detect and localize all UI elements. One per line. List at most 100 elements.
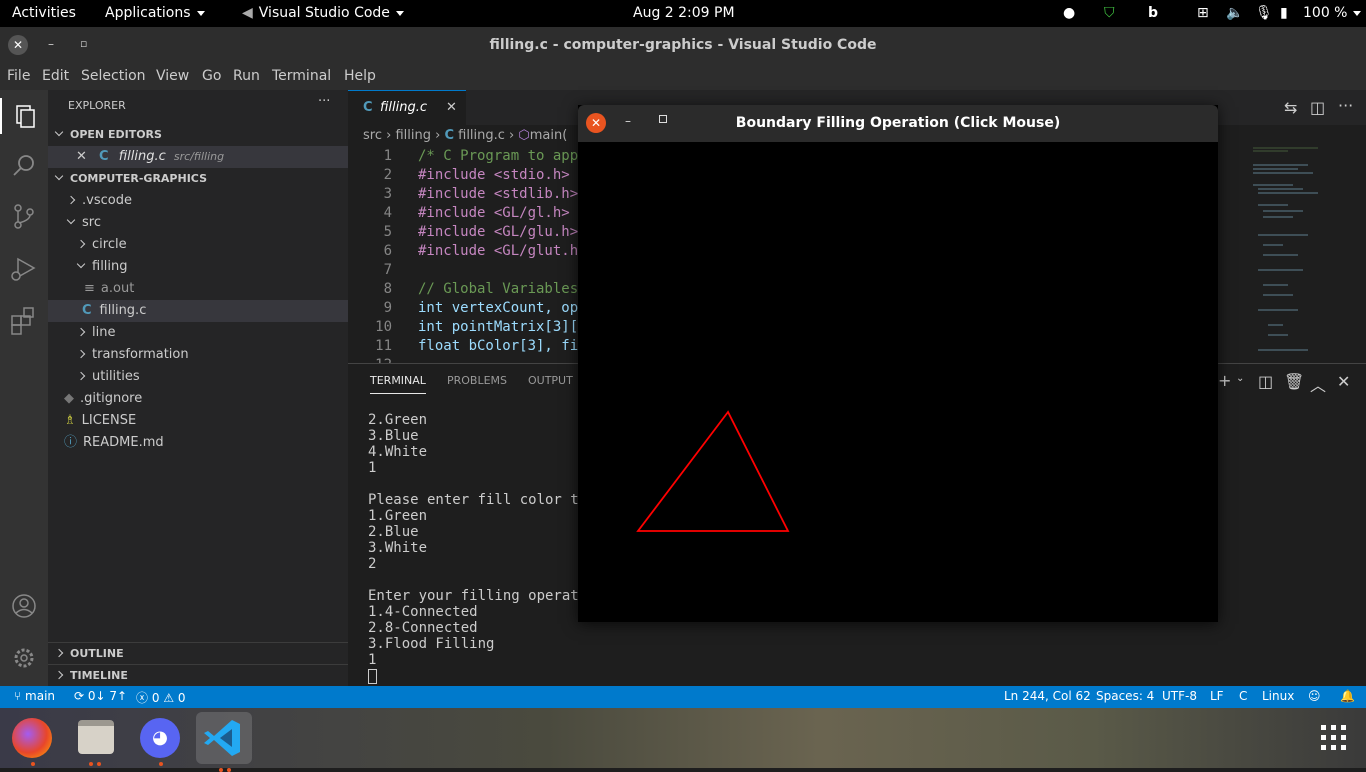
running-dot xyxy=(219,768,223,772)
close-panel-icon[interactable]: ✕ xyxy=(1337,372,1350,391)
activities-button[interactable]: Activities xyxy=(12,5,76,21)
cursor-position[interactable]: Ln 244, Col 62 xyxy=(1004,689,1091,703)
end-of-line[interactable]: LF xyxy=(1210,689,1224,703)
tree-item-label: line xyxy=(92,325,116,340)
tree-item-license[interactable]: ♗ LICENSE xyxy=(48,410,348,432)
clock[interactable]: Aug 2 2:09 PM xyxy=(633,5,735,21)
problems-indicator[interactable]: ⓧ 0 ⚠ 0 xyxy=(136,689,186,706)
gear-icon[interactable] xyxy=(0,640,48,676)
add-terminal-icon[interactable]: + xyxy=(1218,371,1231,390)
language-mode[interactable]: C xyxy=(1239,689,1247,703)
tree-item-a-out[interactable]: ≡ a.out xyxy=(48,278,348,300)
vscode-dock-item[interactable] xyxy=(196,712,252,764)
breadcrumb-file[interactable]: filling.c xyxy=(458,128,505,143)
menu-run[interactable]: Run xyxy=(233,68,260,84)
system-menu-caret[interactable] xyxy=(1347,5,1361,21)
tab-terminal[interactable]: TERMINAL xyxy=(370,374,426,394)
tab-problems[interactable]: PROBLEMS xyxy=(447,374,507,387)
microphone-icon[interactable]: 🎙 xyxy=(1255,5,1273,21)
more-actions-icon[interactable]: ··· xyxy=(1338,96,1353,115)
battery-level[interactable]: 100 % xyxy=(1303,5,1347,21)
firefox-icon[interactable] xyxy=(12,718,52,758)
timeline-header[interactable]: TIMELINE xyxy=(48,664,348,686)
chevron-down-icon[interactable]: ⌄ xyxy=(1236,373,1244,384)
close-icon[interactable]: ✕ xyxy=(76,149,87,164)
tree-item-line[interactable]: line xyxy=(48,322,348,344)
menu-selection[interactable]: Selection xyxy=(81,68,146,84)
menu-help[interactable]: Help xyxy=(344,68,376,84)
explorer-icon[interactable] xyxy=(0,98,48,134)
trash-icon[interactable]: 🗑 xyxy=(1284,372,1304,391)
more-actions-icon[interactable]: ··· xyxy=(318,94,330,109)
glut-window[interactable]: ✕ – Boundary Filling Operation (Click Mo… xyxy=(578,105,1218,622)
line-number: 7 xyxy=(383,262,392,278)
tree-item-utilities[interactable]: utilities xyxy=(48,366,348,388)
c-file-icon: C xyxy=(363,100,373,115)
tree-item-label: transformation xyxy=(92,347,189,362)
code-line: #include <GL/gl.h> xyxy=(418,205,570,221)
tab-output[interactable]: OUTPUT xyxy=(528,374,573,387)
chevron-right-icon xyxy=(76,371,86,381)
tree-item-label: a.out xyxy=(100,281,135,296)
shield-tray-icon[interactable]: ⛉ xyxy=(1104,5,1115,21)
extensions-icon[interactable] xyxy=(0,302,48,338)
chevron-right-icon xyxy=(76,349,86,359)
applications-menu[interactable]: Applications xyxy=(105,5,205,21)
menu-bar: File Edit Selection View Go Run Terminal… xyxy=(0,64,1366,90)
tree-item-circle[interactable]: circle xyxy=(48,234,348,256)
search-icon[interactable] xyxy=(0,148,48,184)
menu-terminal[interactable]: Terminal xyxy=(272,68,331,84)
tree-item-filling[interactable]: filling xyxy=(48,256,348,278)
feedback-icon[interactable]: ☺ xyxy=(1308,689,1321,703)
project-header[interactable]: COMPUTER-GRAPHICS xyxy=(48,168,348,190)
tree-item-transformation[interactable]: transformation xyxy=(48,344,348,366)
menu-edit[interactable]: Edit xyxy=(42,68,69,84)
tree-item-label: utilities xyxy=(92,369,140,384)
discord-icon[interactable]: ◕ xyxy=(140,718,180,758)
outline-header[interactable]: OUTLINE xyxy=(48,642,348,664)
show-apps-icon[interactable] xyxy=(1320,724,1348,752)
tree-item-gitignore[interactable]: ◆ .gitignore xyxy=(48,388,348,410)
tree-item-readme[interactable]: ⓘ README.md xyxy=(48,432,348,454)
open-editor-path: src/filling xyxy=(173,150,225,163)
indentation[interactable]: Spaces: 4 xyxy=(1096,689,1154,703)
breadcrumb-src[interactable]: src xyxy=(363,128,382,143)
menu-go[interactable]: Go xyxy=(202,68,221,84)
account-icon[interactable] xyxy=(0,588,48,624)
breadcrumb-filling[interactable]: filling xyxy=(395,128,431,143)
open-editor-item[interactable]: ✕ C filling.c src/filling xyxy=(48,146,348,168)
run-debug-icon[interactable] xyxy=(0,250,48,286)
glut-canvas[interactable] xyxy=(578,142,1218,622)
open-editors-header[interactable]: OPEN EDITORS xyxy=(48,124,348,146)
split-terminal-icon[interactable]: ◫ xyxy=(1258,372,1273,391)
os-indicator[interactable]: Linux xyxy=(1262,689,1294,703)
glut-titlebar[interactable]: ✕ – Boundary Filling Operation (Click Mo… xyxy=(578,105,1218,142)
tree-item-vscode[interactable]: .vscode xyxy=(48,190,348,212)
notifications-icon[interactable]: 🔔 xyxy=(1340,689,1355,703)
glut-window-title: Boundary Filling Operation (Click Mouse) xyxy=(735,115,1061,131)
breadcrumb-symbol[interactable]: main( xyxy=(530,128,568,143)
split-editor-icon[interactable]: ◫ xyxy=(1310,98,1325,117)
tree-item-filling-c[interactable]: Cfilling.c xyxy=(48,300,348,322)
menu-view[interactable]: View xyxy=(156,68,189,84)
open-changes-icon[interactable]: ⇆ xyxy=(1284,98,1297,117)
source-control-icon[interactable] xyxy=(0,198,48,234)
sync-indicator[interactable]: ⟳ 0↓ 7↑ xyxy=(74,689,127,703)
battery-icon[interactable]: ▮ xyxy=(1280,5,1288,21)
encoding[interactable]: UTF-8 xyxy=(1162,689,1197,703)
maximize-panel-icon[interactable]: ︿ xyxy=(1310,372,1326,396)
app-menu[interactable]: ◀ Visual Studio Code xyxy=(242,5,404,21)
volume-icon[interactable]: 🔈 xyxy=(1226,5,1243,21)
files-icon[interactable] xyxy=(78,720,114,754)
tab-filling-c[interactable]: C filling.c ✕ xyxy=(348,90,466,125)
tree-item-label: circle xyxy=(92,237,127,252)
menu-file[interactable]: File xyxy=(7,68,30,84)
network-icon[interactable]: ⊞ xyxy=(1197,5,1209,21)
tree-item-src[interactable]: src xyxy=(48,212,348,234)
discord-tray-icon[interactable]: ● xyxy=(1063,5,1075,21)
branch-indicator[interactable]: ⑂ main xyxy=(14,689,55,703)
bing-tray-icon[interactable]: b xyxy=(1148,5,1158,21)
minimap[interactable] xyxy=(1248,145,1338,360)
terminal-output[interactable]: 2.Green 3.Blue 4.White 1 Please enter fi… xyxy=(368,412,587,668)
close-icon[interactable]: ✕ xyxy=(446,100,457,115)
